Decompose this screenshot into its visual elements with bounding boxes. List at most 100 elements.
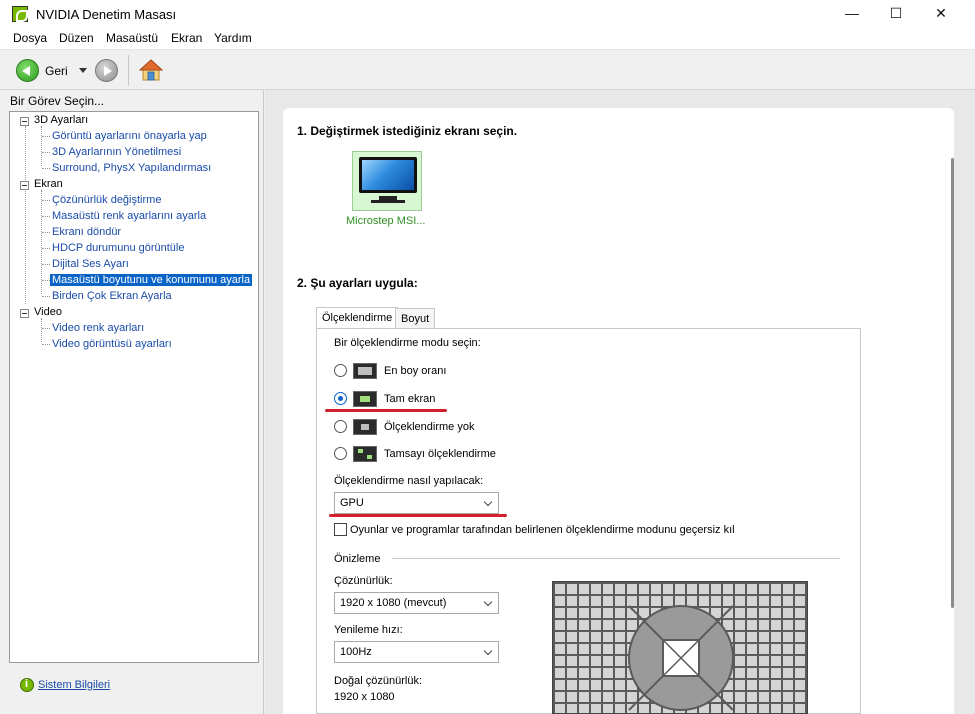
- tree-line: [42, 296, 50, 297]
- override-scaling-checkbox[interactable]: [334, 523, 347, 536]
- menu-dosya[interactable]: Dosya: [13, 31, 47, 45]
- step1-heading: 1. Değiştirmek istediğiniz ekranı seçin.: [297, 124, 518, 138]
- tree-line: [42, 216, 50, 217]
- tab-scaling[interactable]: Ölçeklendirme: [316, 307, 399, 329]
- tree-category-display[interactable]: Ekran: [34, 178, 63, 190]
- tree-task-digital-audio[interactable]: Dijital Ses Ayarı: [52, 258, 129, 270]
- tree-line: [42, 168, 50, 169]
- native-resolution-value: 1920 x 1080: [334, 691, 395, 703]
- task-pane: Bir Görev Seçin... 3D Ayarları Görüntü a…: [0, 90, 264, 714]
- menu-duzen[interactable]: Düzen: [59, 31, 94, 45]
- back-arrow-icon[interactable]: [16, 59, 39, 82]
- nvidia-app-icon: [12, 6, 28, 22]
- chevron-down-icon: [483, 497, 493, 507]
- tree-line: [42, 264, 50, 265]
- tree-task-surround-physx[interactable]: Surround, PhysX Yapılandırması: [52, 162, 211, 174]
- minimize-button[interactable]: —: [829, 0, 875, 28]
- tree-line: [41, 190, 42, 294]
- no-scaling-icon: [353, 419, 377, 435]
- tree-line: [42, 152, 50, 153]
- history-dropdown-icon[interactable]: [79, 68, 87, 73]
- refresh-rate-label: Yenileme hızı:: [334, 624, 403, 636]
- tab-size[interactable]: Boyut: [395, 308, 436, 329]
- tree-task-multiple-displays[interactable]: Birden Çok Ekran Ayarla: [52, 290, 172, 302]
- toolbar-separator: [128, 55, 129, 86]
- toolbar: Geri: [0, 49, 975, 90]
- refresh-rate-select[interactable]: 100Hz: [334, 641, 499, 663]
- display-name-label[interactable]: Microstep MSI...: [346, 215, 425, 227]
- integer-scaling-label[interactable]: Tamsayı ölçeklendirme: [384, 448, 496, 460]
- integer-scaling-icon: [353, 446, 377, 462]
- system-info-icon[interactable]: [20, 678, 34, 692]
- tree-task-image-presets[interactable]: Görüntü ayarlarını önayarla yap: [52, 130, 207, 142]
- chevron-down-icon: [483, 646, 493, 656]
- menu-bar: Dosya Düzen Masaüstü Ekran Yardım: [0, 28, 975, 49]
- native-resolution-label: Doğal çözünürlük:: [334, 675, 423, 687]
- aspect-ratio-icon: [353, 363, 377, 379]
- display-selector-tile[interactable]: [352, 151, 422, 211]
- annotation-underline: [325, 409, 447, 412]
- preview-group-label: Önizleme: [334, 553, 381, 565]
- tree-task-desktop-size-position[interactable]: Masaüstü boyutunu ve konumunu ayarla: [50, 274, 253, 286]
- radio-full-screen[interactable]: [334, 392, 347, 405]
- tree-line: [42, 344, 50, 345]
- menu-ekran[interactable]: Ekran: [171, 31, 202, 45]
- aspect-ratio-label[interactable]: En boy oranı: [384, 365, 446, 377]
- task-tree: 3D Ayarları Görüntü ayarlarını önayarla …: [9, 111, 259, 663]
- tree-line: [25, 126, 26, 304]
- tree-task-video-image[interactable]: Video görüntüsü ayarları: [52, 338, 172, 350]
- tree-line: [42, 232, 50, 233]
- collapse-3d-icon[interactable]: [20, 117, 29, 126]
- scaling-mode-prompt: Bir ölçeklendirme modu seçin:: [334, 337, 481, 349]
- tree-line: [42, 200, 50, 201]
- tree-line: [42, 328, 50, 329]
- full-screen-icon: [353, 391, 377, 407]
- close-button[interactable]: ✕: [918, 0, 964, 28]
- perform-scaling-select[interactable]: GPU: [334, 492, 499, 514]
- step2-heading: 2. Şu ayarları uygula:: [297, 276, 418, 290]
- maximize-button[interactable]: ☐: [873, 0, 919, 28]
- full-screen-label[interactable]: Tam ekran: [384, 393, 435, 405]
- annotation-underline: [329, 514, 507, 517]
- no-scaling-label[interactable]: Ölçeklendirme yok: [384, 421, 474, 433]
- perform-scaling-value: GPU: [340, 497, 364, 509]
- menu-yardim[interactable]: Yardım: [214, 31, 252, 45]
- content-scrollbar[interactable]: [951, 158, 954, 608]
- chevron-down-icon: [483, 597, 493, 607]
- title-bar: NVIDIA Denetim Masası — ☐ ✕: [0, 0, 975, 28]
- perform-scaling-label: Ölçeklendirme nasıl yapılacak:: [334, 475, 484, 487]
- tree-category-3d[interactable]: 3D Ayarları: [34, 114, 88, 126]
- scaling-preview: [552, 581, 808, 714]
- forward-arrow-icon[interactable]: [95, 59, 118, 82]
- tree-task-video-color[interactable]: Video renk ayarları: [52, 322, 144, 334]
- tree-line: [41, 126, 42, 166]
- tree-line: [42, 248, 50, 249]
- override-scaling-label[interactable]: Oyunlar ve programlar tarafından belirle…: [350, 524, 735, 536]
- refresh-rate-value: 100Hz: [340, 646, 372, 658]
- resolution-label: Çözünürlük:: [334, 575, 393, 587]
- tree-task-rotate-display[interactable]: Ekranı döndür: [52, 226, 121, 238]
- radio-aspect-ratio[interactable]: [334, 364, 347, 377]
- resolution-select[interactable]: 1920 x 1080 (mevcut): [334, 592, 499, 614]
- radio-integer-scaling[interactable]: [334, 447, 347, 460]
- window-title: NVIDIA Denetim Masası: [36, 7, 177, 22]
- resolution-value: 1920 x 1080 (mevcut): [340, 597, 447, 609]
- tree-task-desktop-color[interactable]: Masaüstü renk ayarlarını ayarla: [52, 210, 206, 222]
- back-button-label[interactable]: Geri: [45, 64, 68, 78]
- tree-category-video[interactable]: Video: [34, 306, 62, 318]
- system-info-link[interactable]: Sistem Bilgileri: [38, 679, 110, 691]
- nvidia-control-panel-window: NVIDIA Denetim Masası — ☐ ✕ Dosya Düzen …: [0, 0, 975, 714]
- collapse-display-icon[interactable]: [20, 181, 29, 190]
- tree-line: [42, 280, 50, 281]
- monitor-icon: [359, 157, 417, 193]
- tree-line: [42, 136, 50, 137]
- menu-masaustu[interactable]: Masaüstü: [106, 31, 158, 45]
- tree-task-hdcp-status[interactable]: HDCP durumunu görüntüle: [52, 242, 184, 254]
- tree-task-change-resolution[interactable]: Çözünürlük değiştirme: [52, 194, 161, 206]
- home-icon[interactable]: [139, 58, 163, 82]
- monitor-base: [371, 200, 405, 203]
- collapse-video-icon[interactable]: [20, 309, 29, 318]
- tree-task-manage-3d[interactable]: 3D Ayarlarının Yönetilmesi: [52, 146, 181, 158]
- radio-no-scaling[interactable]: [334, 420, 347, 433]
- preview-group-line: [392, 558, 840, 559]
